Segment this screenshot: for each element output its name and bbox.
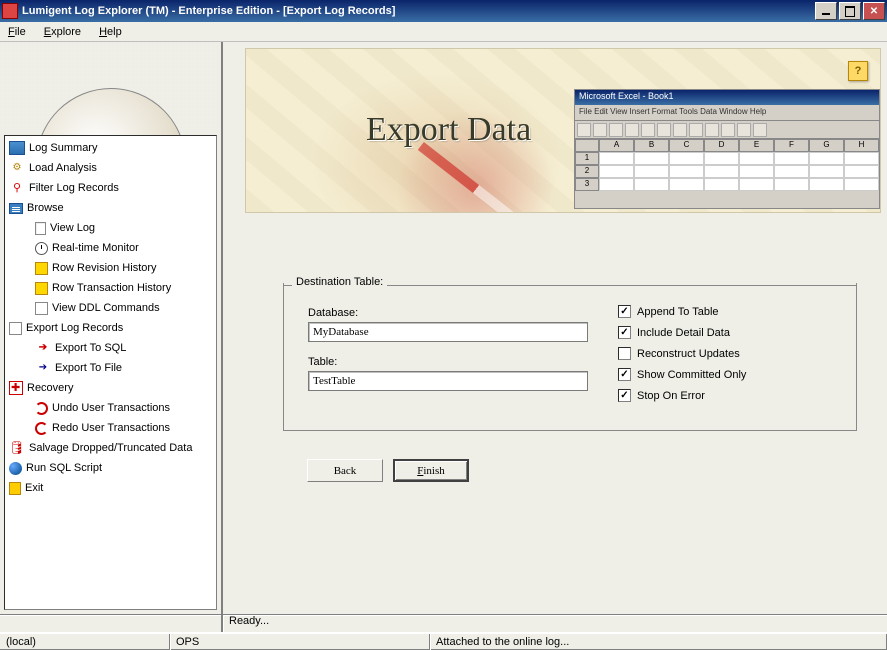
undo-icon [35, 402, 48, 415]
nav-browse[interactable]: Browse [5, 198, 216, 218]
check-committed[interactable]: Show Committed Only [618, 368, 832, 381]
content-area: Export Data Microsoft Excel - Book1 File… [223, 42, 887, 614]
sidebar: Log Summary ⚙Load Analysis ⚲Filter Log R… [0, 42, 223, 614]
menu-file[interactable]: File [4, 24, 30, 40]
maximize-button[interactable] [839, 2, 861, 20]
nav-row-transaction-history[interactable]: Row Transaction History [5, 278, 216, 298]
excel-title: Microsoft Excel - Book1 [575, 90, 879, 105]
window-controls [815, 2, 885, 20]
list-icon [9, 141, 25, 155]
nav-recovery[interactable]: Recovery [5, 378, 216, 398]
export-form: Destination Table: Database: Table: Appe… [283, 283, 857, 482]
exit-icon [9, 482, 21, 495]
nav-export-log-records[interactable]: Export Log Records [5, 318, 216, 338]
table-label: Table: [308, 356, 588, 368]
compass-graphic [0, 42, 221, 135]
sql-arrow-icon: ➔ [35, 341, 51, 355]
database-input[interactable] [308, 322, 588, 342]
nav-export-to-file[interactable]: ➔Export To File [5, 358, 216, 378]
status-attached: Attached to the online log... [430, 634, 887, 650]
export-icon [9, 322, 22, 335]
excel-menu: File Edit View Insert Format Tools Data … [575, 105, 879, 121]
check-append[interactable]: Append To Table [618, 305, 832, 318]
nav-tree: Log Summary ⚙Load Analysis ⚲Filter Log R… [4, 135, 217, 610]
help-button[interactable]: ? [848, 61, 868, 81]
nav-filter-log[interactable]: ⚲Filter Log Records [5, 178, 216, 198]
status-local: (local) [0, 634, 170, 650]
close-button[interactable] [863, 2, 885, 20]
nav-run-sql[interactable]: Run SQL Script [5, 458, 216, 478]
history-icon [35, 262, 48, 275]
status-bar-1: Ready... [0, 614, 887, 632]
status-ready: Ready... [223, 615, 887, 632]
checkbox-icon [618, 305, 631, 318]
menu-explore[interactable]: Explore [40, 24, 85, 40]
ddl-icon [35, 302, 48, 315]
check-stop[interactable]: Stop On Error [618, 389, 832, 402]
file-arrow-icon: ➔ [35, 361, 51, 375]
check-detail[interactable]: Include Detail Data [618, 326, 832, 339]
nav-view-ddl[interactable]: View DDL Commands [5, 298, 216, 318]
check-reconstruct[interactable]: Reconstruct Updates [618, 347, 832, 360]
excel-preview: Microsoft Excel - Book1 File Edit View I… [574, 89, 880, 209]
nav-exit[interactable]: Exit [5, 478, 216, 498]
finish-button[interactable]: Finish [393, 459, 469, 482]
nav-log-summary[interactable]: Log Summary [5, 138, 216, 158]
nav-undo-user-tx[interactable]: Undo User Transactions [5, 398, 216, 418]
nav-redo-user-tx[interactable]: Redo User Transactions [5, 418, 216, 438]
browse-icon [9, 203, 23, 214]
status-ops: OPS [170, 634, 430, 650]
minimize-button[interactable] [815, 2, 837, 20]
clock-icon [35, 242, 48, 255]
table-input[interactable] [308, 371, 588, 391]
back-button[interactable]: Back [307, 459, 383, 482]
recovery-icon [9, 381, 23, 395]
database-label: Database: [308, 307, 588, 319]
salvage-icon: 🛢 [9, 441, 25, 455]
checkbox-icon [618, 368, 631, 381]
window-title: Lumigent Log Explorer (TM) - Enterprise … [22, 5, 815, 17]
gears-icon: ⚙ [9, 161, 25, 175]
checkbox-icon [618, 347, 631, 360]
redo-icon [35, 422, 48, 435]
nav-realtime-monitor[interactable]: Real-time Monitor [5, 238, 216, 258]
app-icon [2, 3, 18, 19]
menu-bar: File Explore Help [0, 22, 887, 42]
destination-table-fieldset: Destination Table: Database: Table: Appe… [283, 283, 857, 431]
filter-icon: ⚲ [9, 181, 25, 195]
title-bar: Lumigent Log Explorer (TM) - Enterprise … [0, 0, 887, 22]
nav-salvage[interactable]: 🛢Salvage Dropped/Truncated Data [5, 438, 216, 458]
history-icon [35, 282, 48, 295]
banner: Export Data Microsoft Excel - Book1 File… [245, 48, 881, 213]
status-bar-2: (local) OPS Attached to the online log..… [0, 632, 887, 650]
globe-icon [9, 462, 22, 475]
nav-view-log[interactable]: View Log [5, 218, 216, 238]
nav-export-to-sql[interactable]: ➔Export To SQL [5, 338, 216, 358]
nav-row-revision-history[interactable]: Row Revision History [5, 258, 216, 278]
nav-load-analysis[interactable]: ⚙Load Analysis [5, 158, 216, 178]
fieldset-legend: Destination Table: [292, 276, 387, 288]
checkbox-icon [618, 326, 631, 339]
checkbox-icon [618, 389, 631, 402]
document-icon [35, 222, 46, 235]
banner-title: Export Data [366, 111, 531, 149]
menu-help[interactable]: Help [95, 24, 126, 40]
